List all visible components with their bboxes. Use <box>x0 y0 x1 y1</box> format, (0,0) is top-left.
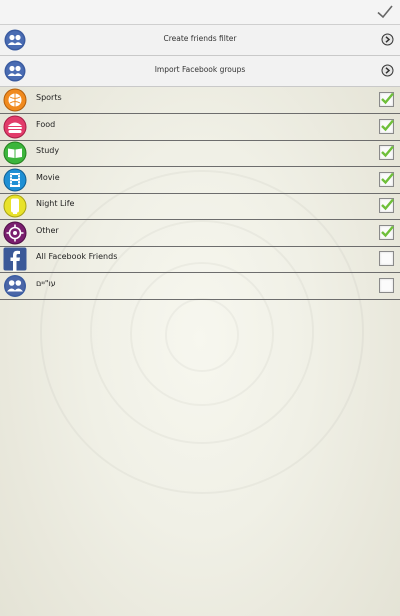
checkmark-icon <box>381 119 394 132</box>
checkmark-icon[interactable] <box>376 3 394 21</box>
friends-icon <box>4 275 26 297</box>
movie-checkbox[interactable] <box>379 172 394 187</box>
checkmark-icon <box>381 172 394 185</box>
chevron-right-icon <box>381 64 394 77</box>
category-row-movie[interactable]: Movie <box>0 167 400 194</box>
category-label: Food <box>36 120 56 129</box>
checkmark-icon <box>381 198 394 211</box>
category-row-night-life[interactable]: Night Life <box>0 193 400 220</box>
import-facebook-groups-button[interactable]: Import Facebook groups <box>0 56 400 87</box>
category-row-food[interactable]: Food <box>0 114 400 141</box>
other-target-icon <box>3 221 27 245</box>
sports-checkbox[interactable] <box>379 92 394 107</box>
checkmark-icon <box>381 225 394 238</box>
category-label: עו"יים <box>36 279 56 288</box>
category-label: Other <box>36 226 59 235</box>
sports-ball-icon <box>3 88 27 112</box>
chevron-right-icon <box>381 33 394 46</box>
category-label: Sports <box>36 93 62 102</box>
category-label: Night Life <box>36 199 75 208</box>
hebrew-group-checkbox[interactable] <box>379 278 394 293</box>
food-icon <box>3 115 27 139</box>
all-facebook-friends-checkbox[interactable] <box>379 251 394 266</box>
category-row-study[interactable]: Study <box>0 140 400 167</box>
top-bar <box>0 0 400 25</box>
category-row-all-facebook-friends[interactable]: All Facebook Friends <box>0 246 400 273</box>
night-life-checkbox[interactable] <box>379 198 394 213</box>
study-checkbox[interactable] <box>379 145 394 160</box>
category-label: All Facebook Friends <box>36 252 118 261</box>
night-life-icon <box>3 194 27 218</box>
other-checkbox[interactable] <box>379 225 394 240</box>
checkmark-icon <box>381 92 394 105</box>
category-row-hebrew-group[interactable]: עו"יים <box>0 273 400 300</box>
background-ring <box>165 298 239 372</box>
create-friends-filter-label: Create friends filter <box>163 34 237 43</box>
facebook-icon <box>3 247 27 271</box>
book-icon <box>3 141 27 165</box>
film-icon <box>3 168 27 192</box>
create-friends-filter-button[interactable]: Create friends filter <box>0 25 400 56</box>
checkmark-icon <box>381 145 394 158</box>
category-label: Study <box>36 146 60 155</box>
category-row-sports[interactable]: Sports <box>0 87 400 114</box>
category-label: Movie <box>36 173 60 182</box>
food-checkbox[interactable] <box>379 119 394 134</box>
import-facebook-groups-label: Import Facebook groups <box>154 65 246 74</box>
category-row-other[interactable]: Other <box>0 220 400 247</box>
